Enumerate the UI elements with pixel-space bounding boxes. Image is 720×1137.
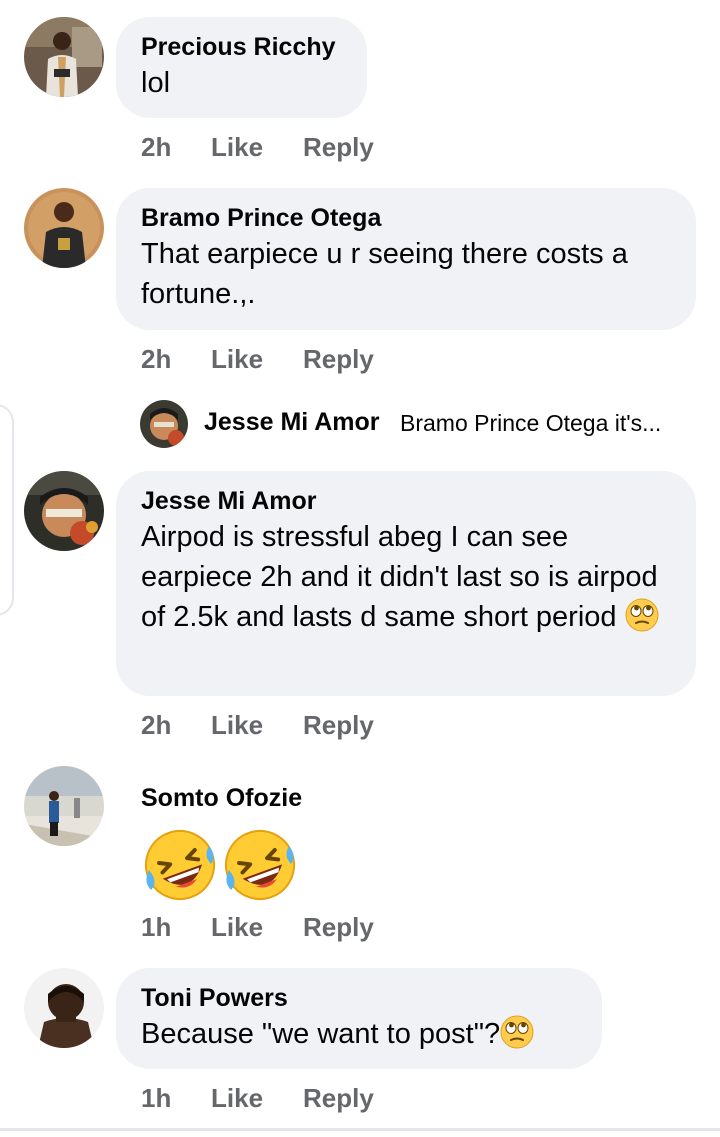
reply-button[interactable]: Reply — [303, 710, 374, 741]
like-button[interactable]: Like — [211, 132, 263, 163]
comment-text-content: Because "we want to post"? — [141, 1018, 501, 1050]
rolling-on-the-floor-laughing-icon — [141, 826, 219, 904]
comment-time[interactable]: 2h — [141, 710, 171, 741]
avatar[interactable] — [24, 968, 104, 1048]
commenter-name[interactable]: Toni Powers — [141, 982, 576, 1014]
profile-photo-icon — [24, 17, 104, 97]
comment-time[interactable]: 1h — [141, 1083, 171, 1114]
commenter-name[interactable]: Bramo Prince Otega — [141, 202, 670, 234]
comment-time[interactable]: 2h — [141, 132, 171, 163]
comment-text: That earpiece u r seeing there costs a f… — [141, 238, 628, 310]
reply-button[interactable]: Reply — [303, 912, 374, 943]
commenter-name[interactable]: Jesse Mi Amor — [141, 485, 670, 517]
comment-text: Airpod is stressful abeg I can see earpi… — [141, 517, 676, 637]
profile-photo-icon — [140, 400, 188, 448]
comment-bubble[interactable]: Toni Powers Because "we want to post"? — [116, 968, 602, 1069]
avatar[interactable] — [24, 766, 104, 846]
comment-content: Somto Ofozie — [141, 782, 302, 909]
reply-button[interactable]: Reply — [303, 132, 374, 163]
comment-text: Because "we want to post"? — [141, 1014, 576, 1054]
profile-photo-icon — [24, 188, 104, 268]
reply-preview[interactable]: Jesse Mi Amor Bramo Prince Otega it's... — [140, 400, 710, 448]
like-button[interactable]: Like — [211, 344, 263, 375]
profile-photo-icon — [24, 968, 104, 1048]
like-button[interactable]: Like — [211, 912, 263, 943]
avatar[interactable] — [24, 471, 104, 551]
face-with-rolling-eyes-icon — [625, 598, 659, 632]
comment-bubble[interactable]: Jesse Mi Amor Airpod is stressful abeg I… — [116, 471, 696, 696]
face-with-rolling-eyes-icon — [500, 1015, 534, 1049]
profile-photo-icon — [24, 471, 104, 551]
divider — [0, 1128, 720, 1131]
comment-text-content: Airpod is stressful abeg I can see earpi… — [141, 521, 658, 633]
profile-photo-icon — [24, 766, 104, 846]
commenter-name[interactable]: Precious Ricchy — [141, 31, 341, 63]
rolling-on-the-floor-laughing-icon — [221, 826, 299, 904]
commenter-name[interactable]: Somto Ofozie — [141, 782, 302, 814]
reply-button[interactable]: Reply — [303, 344, 374, 375]
reply-button[interactable]: Reply — [303, 1083, 374, 1114]
avatar[interactable] — [140, 400, 188, 448]
like-button[interactable]: Like — [211, 1083, 263, 1114]
avatar[interactable] — [24, 188, 104, 268]
avatar[interactable] — [24, 17, 104, 97]
reply-snippet-text: Bramo Prince Otega it's... — [400, 410, 662, 436]
comment-bubble[interactable]: Precious Ricchy lol — [116, 17, 367, 118]
thread-edge-line — [0, 404, 14, 616]
reply-author-name[interactable]: Jesse Mi Amor — [204, 408, 380, 437]
emoji-row — [141, 826, 302, 909]
comment-bubble[interactable]: Bramo Prince Otega That earpiece u r see… — [116, 188, 696, 330]
comment-time[interactable]: 1h — [141, 912, 171, 943]
like-button[interactable]: Like — [211, 710, 263, 741]
comment-time[interactable]: 2h — [141, 344, 171, 375]
comment-text: lol — [141, 67, 171, 99]
